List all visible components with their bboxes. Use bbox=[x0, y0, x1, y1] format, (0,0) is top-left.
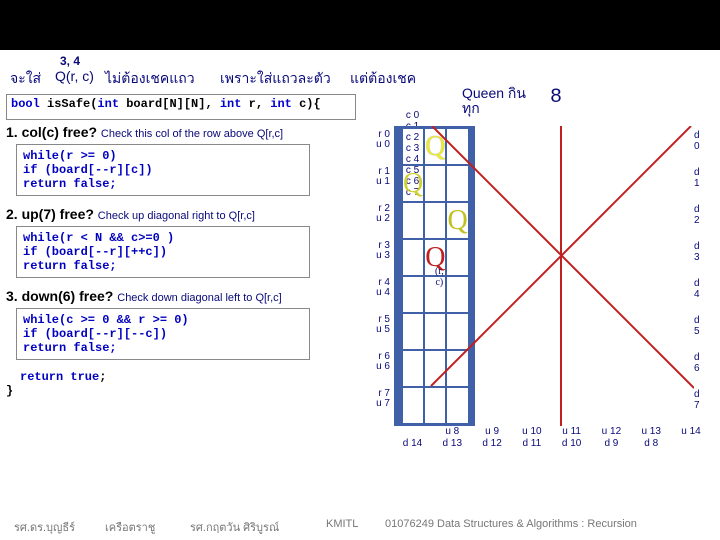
chess-board: Q Q Q Q(r, c) bbox=[394, 126, 475, 426]
header-row: 3, 4 จะใส่ Q(r, c) ไม่ต้องเชคแถว เพราะใส… bbox=[0, 58, 720, 88]
signature-box: bool isSafe(int board[N][N], int r, int … bbox=[6, 94, 356, 120]
header-num: 3, 4 bbox=[60, 54, 80, 68]
queen-1-3: Q bbox=[402, 165, 424, 202]
return-stmt: return true; bbox=[20, 370, 346, 384]
header-q2: ไม่ต้องเชคแถว bbox=[105, 68, 195, 90]
header-q4: แต่ต้องเชค bbox=[350, 68, 416, 90]
code-3: while(c >= 0 && r >= 0) if (board[--r][-… bbox=[16, 308, 310, 360]
close-brace: } bbox=[6, 384, 346, 398]
step-1: 1. col(c) free? Check this col of the ro… bbox=[6, 124, 346, 196]
header-q3: เพราะใส่แถวละตัว bbox=[220, 68, 331, 90]
queen-note: Queen กินทุก bbox=[462, 86, 526, 117]
step-2: 2. up(7) free? Check up diagonal right t… bbox=[6, 206, 346, 278]
header-qrc: Q(r, c) bbox=[55, 68, 94, 84]
d-labels-right: d 0d 1d 2d 3 d 4d 5d 6d 7 bbox=[694, 130, 700, 426]
step-3: 3. down(6) free? Check down diagonal lef… bbox=[6, 288, 346, 360]
left-panel: 1. col(c) free? Check this col of the ro… bbox=[6, 124, 346, 398]
queen-2-5: Q bbox=[446, 202, 468, 239]
code-1: while(r >= 0) if (board[--r][c]) return … bbox=[16, 144, 310, 196]
row-labels: r 0u 0 r 1u 1 r 2u 2 r 3u 3 r 4u 4 r 5u … bbox=[360, 130, 392, 426]
queen-3-4: Q(r, c) bbox=[424, 239, 446, 276]
d-labels-bottom: d 14 u 8d 13 u 9d 12 u 10d 11 u 11d 10 u… bbox=[394, 426, 709, 450]
title-bar bbox=[0, 0, 720, 50]
code-2: while(r < N && c>=0 ) if (board[--r][++c… bbox=[16, 226, 310, 278]
header-q1: จะใส่ bbox=[10, 68, 41, 90]
queen-num: 8 bbox=[550, 86, 562, 109]
queen-0-4: Q bbox=[424, 128, 446, 165]
